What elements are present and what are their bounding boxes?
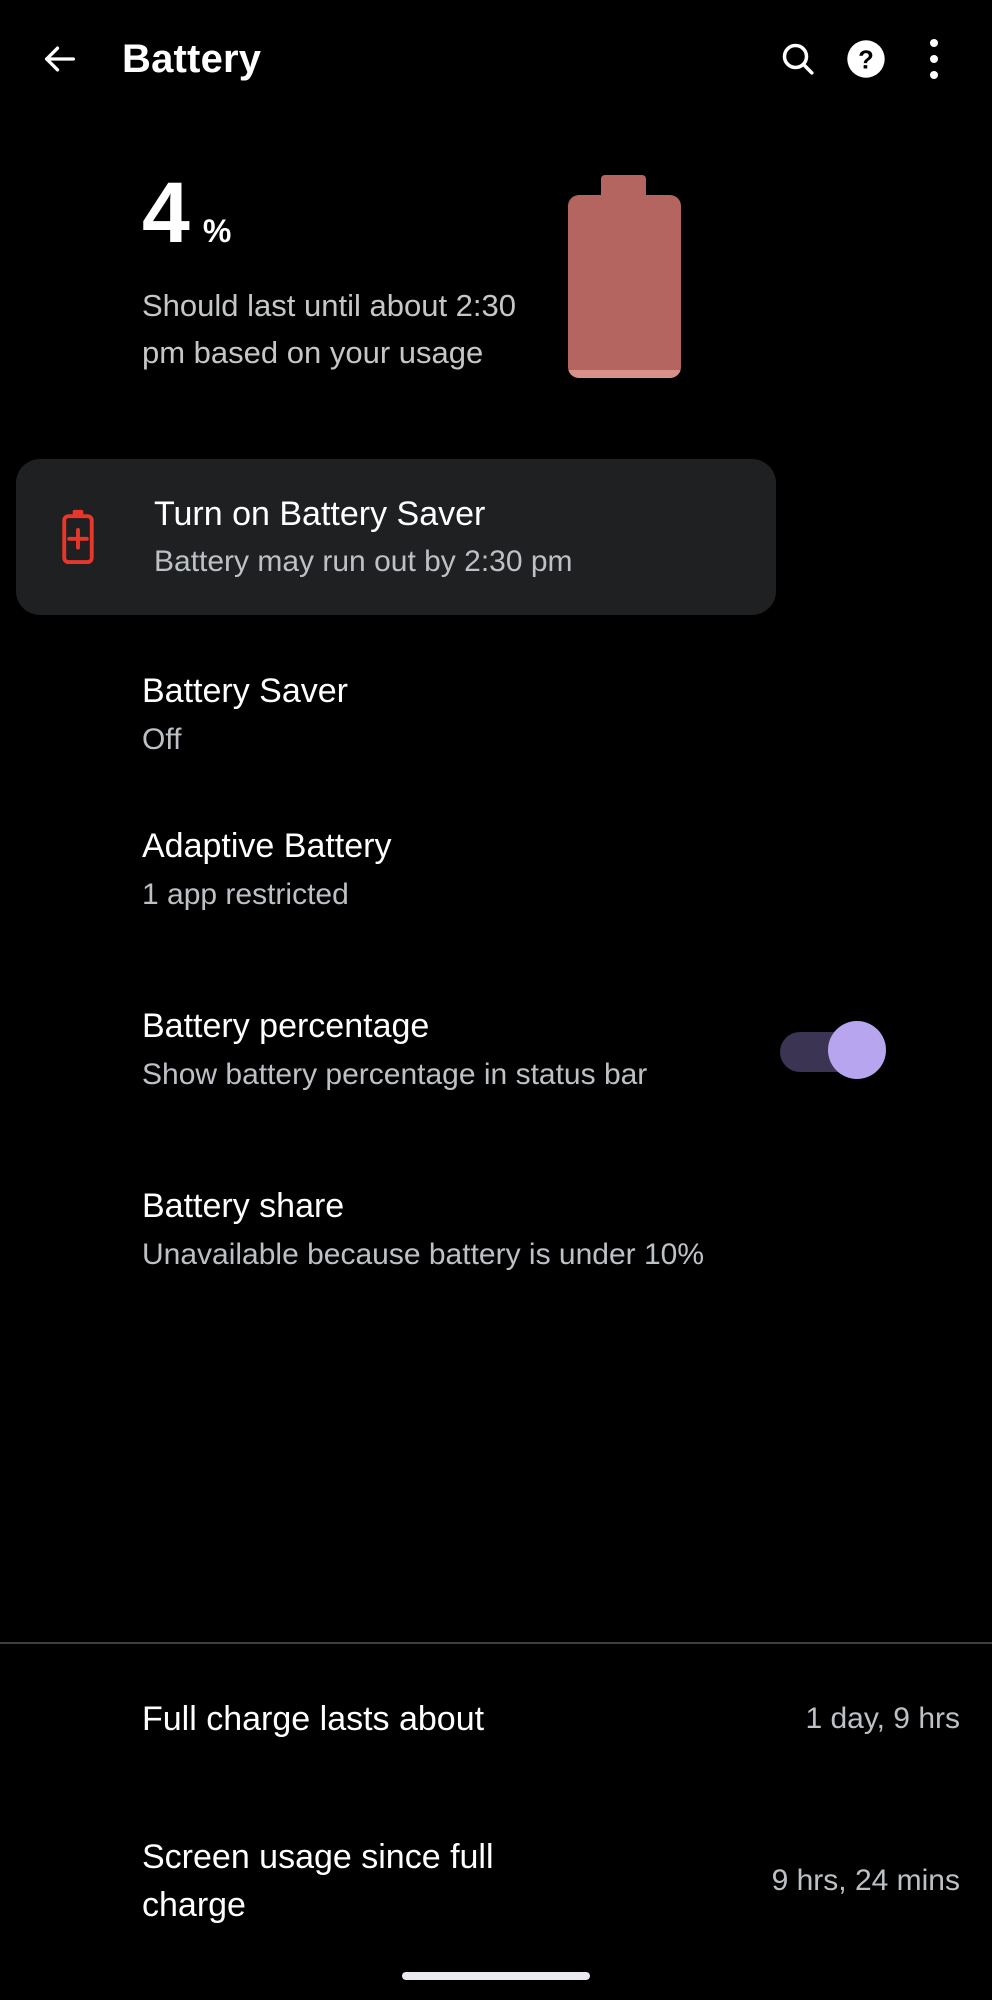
more-vert-icon-dot-2	[930, 55, 938, 63]
arrow-back-icon	[40, 39, 80, 79]
stat-value: 9 hrs, 24 mins	[771, 1864, 960, 1897]
battery-saver-plus-icon	[48, 507, 108, 567]
suggestion-text-block: Turn on Battery Saver Battery may run ou…	[154, 492, 573, 582]
svg-text:?: ?	[858, 46, 874, 74]
suggestion-title: Turn on Battery Saver	[154, 495, 486, 533]
more-vert-icon-dot-3	[930, 71, 938, 79]
stat-label: Full charge lasts about	[142, 1700, 485, 1738]
app-bar: Battery ?	[0, 0, 992, 118]
stat-row-full-charge-lasts-about[interactable]: Full charge lasts about 1 day, 9 hrs	[0, 1664, 992, 1774]
turn-on-battery-saver-card[interactable]: Turn on Battery Saver Battery may run ou…	[16, 459, 776, 615]
battery-status-hero: 4 % Should last until about 2:30 pm base…	[0, 170, 992, 450]
list-item-battery-percentage[interactable]: Battery percentage Show battery percenta…	[0, 968, 992, 1132]
list-item-subtitle: Off	[142, 723, 182, 756]
help-button[interactable]: ?	[832, 25, 900, 93]
back-button[interactable]	[28, 27, 92, 91]
battery-icon-fill	[568, 370, 681, 378]
row-text-block: Battery percentage Show battery percenta…	[142, 1003, 762, 1097]
row-text-block: Battery share Unavailable because batter…	[142, 1183, 962, 1277]
stat-value: 1 day, 9 hrs	[805, 1702, 960, 1735]
battery-percent-display: 4 %	[142, 170, 952, 256]
battery-percentage-toggle[interactable]	[780, 1021, 886, 1079]
page-title: Battery	[122, 36, 262, 81]
battery-level-icon	[568, 175, 681, 380]
home-gesture-bar[interactable]	[402, 1972, 590, 1980]
more-vert-icon-dot-1	[930, 39, 938, 47]
list-item-battery-share[interactable]: Battery share Unavailable because batter…	[0, 1170, 992, 1290]
more-options-button[interactable]	[900, 25, 968, 93]
suggestion-subtitle: Battery may run out by 2:30 pm	[154, 545, 573, 578]
list-item-subtitle: Unavailable because battery is under 10%	[142, 1238, 705, 1271]
section-divider	[0, 1642, 992, 1644]
list-item-subtitle: Show battery percentage in status bar	[142, 1058, 648, 1091]
help-icon: ?	[844, 37, 888, 81]
search-button[interactable]	[764, 25, 832, 93]
list-item-subtitle: 1 app restricted	[142, 878, 349, 911]
battery-estimate-text: Should last until about 2:30 pm based on…	[142, 288, 516, 370]
list-item-battery-saver[interactable]: Battery Saver Off	[0, 655, 992, 775]
battery-percent-sign: %	[202, 213, 232, 249]
list-item-title: Adaptive Battery	[142, 827, 392, 865]
list-item-title: Battery share	[142, 1187, 345, 1225]
toggle-thumb	[828, 1021, 886, 1079]
battery-percent-value: 4	[142, 165, 190, 261]
stat-label: Screen usage since full charge	[142, 1838, 494, 1924]
search-icon	[778, 39, 818, 79]
stat-row-screen-usage-since-full-charge[interactable]: Screen usage since full charge 9 hrs, 24…	[0, 1806, 992, 1956]
battery-settings-screen: Battery ? 4 % Should last until about 2:…	[0, 0, 992, 2000]
row-text-block: Adaptive Battery 1 app restricted	[142, 823, 952, 917]
battery-icon-body	[568, 195, 681, 378]
battery-icon-nub	[601, 175, 646, 197]
list-item-title: Battery Saver	[142, 672, 348, 710]
list-item-title: Battery percentage	[142, 1007, 430, 1045]
row-text-block: Battery Saver Off	[142, 668, 952, 762]
battery-settings-list: Battery Saver Off Adaptive Battery 1 app…	[0, 655, 992, 1290]
battery-usage-stats: Full charge lasts about 1 day, 9 hrs Scr…	[0, 1664, 992, 1956]
list-item-adaptive-battery[interactable]: Adaptive Battery 1 app restricted	[0, 810, 992, 930]
